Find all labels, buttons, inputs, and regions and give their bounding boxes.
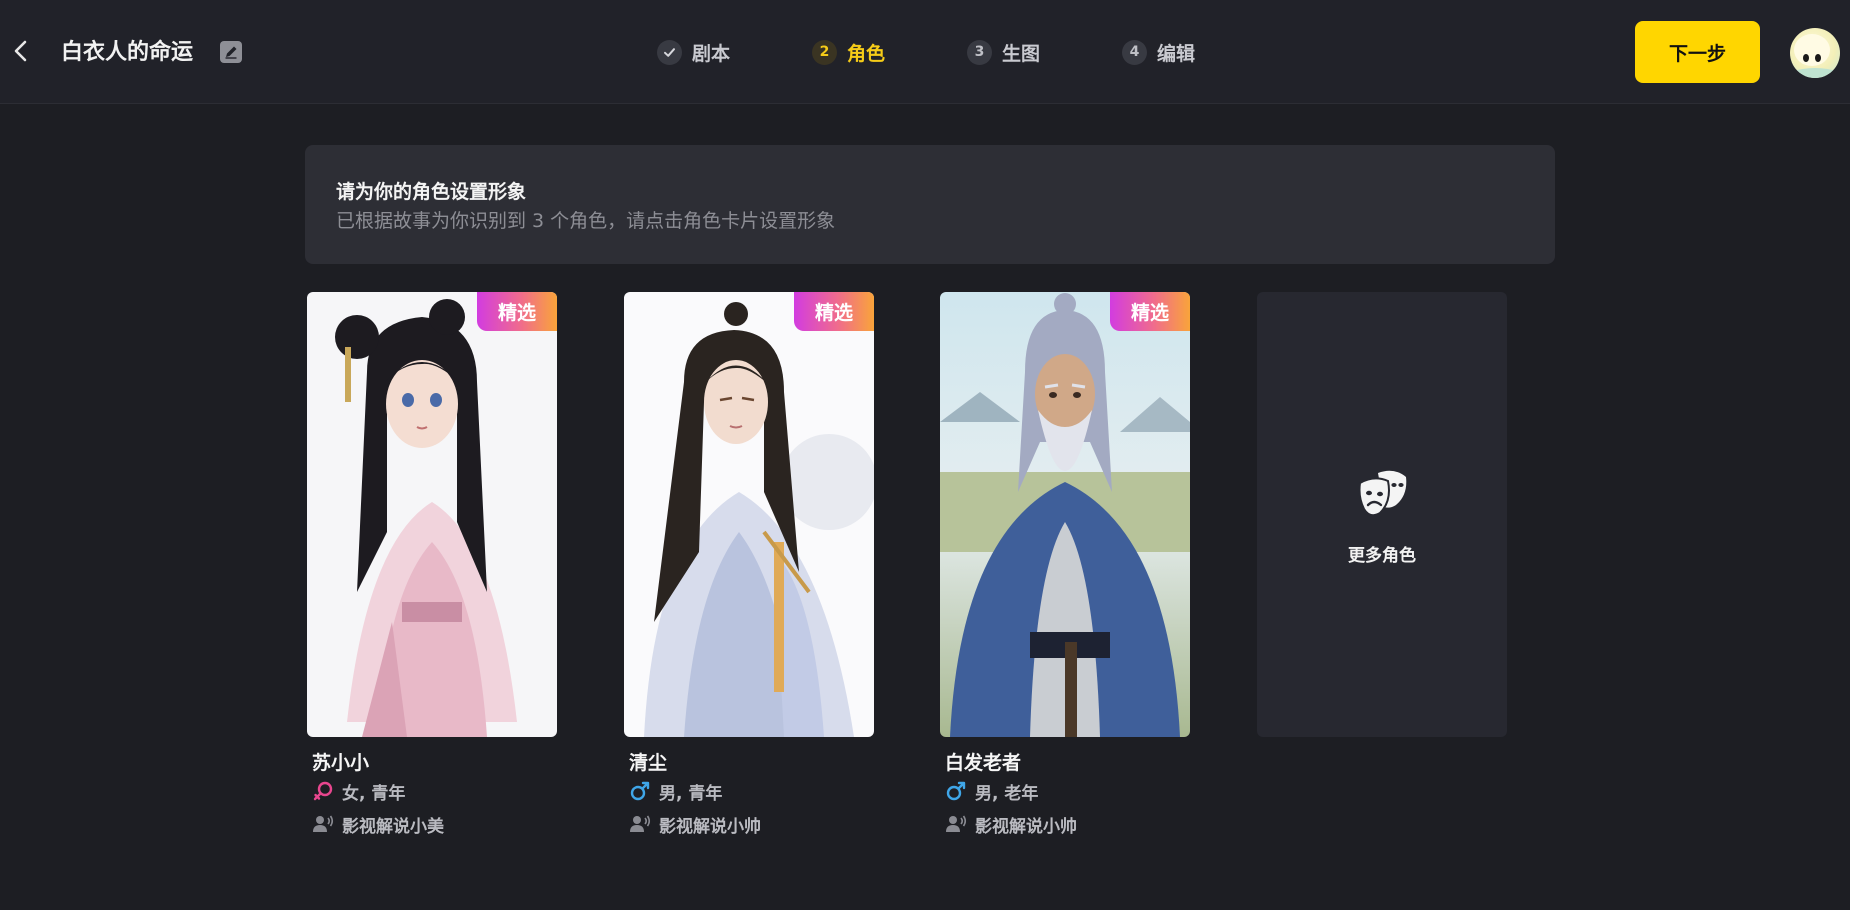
- character-name: 苏小小: [312, 752, 370, 774]
- character-card[interactable]: 精选 苏小小 女, 青年 影视解说小美: [307, 292, 557, 837]
- step-number: 3: [967, 39, 992, 65]
- character-voice[interactable]: 影视解说小美: [312, 811, 444, 837]
- character-voice[interactable]: 影视解说小帅: [945, 811, 1077, 837]
- character-voice[interactable]: 影视解说小帅: [629, 811, 761, 837]
- character-card[interactable]: 精选 清尘 男, 青年 影视解说小帅: [624, 292, 874, 837]
- gender-age-text: 女, 青年: [342, 783, 406, 804]
- project-title: 白衣人的命运: [61, 40, 194, 65]
- pencil-icon[interactable]: [219, 40, 243, 64]
- character-card[interactable]: 精选 白发老者 男, 老年 影视解说小帅: [940, 292, 1190, 837]
- voice-name: 影视解说小美: [342, 816, 444, 837]
- featured-badge: 精选: [477, 292, 557, 331]
- featured-badge: 精选: [1110, 292, 1190, 331]
- avatar[interactable]: [1790, 28, 1840, 78]
- gender-age-text: 男, 青年: [659, 783, 723, 804]
- more-characters-label: 更多角色: [1348, 546, 1416, 566]
- male-icon: [630, 781, 650, 801]
- banner-title: 请为你的角色设置形象: [336, 181, 527, 203]
- female-icon: [313, 781, 333, 801]
- step-number: 4: [1122, 39, 1147, 65]
- character-gender-age: 男, 老年: [945, 778, 1038, 804]
- voice-name: 影视解说小帅: [659, 816, 761, 837]
- character-image: 精选: [307, 292, 557, 737]
- speaker-voice-icon: [313, 815, 334, 832]
- speaker-voice-icon: [946, 815, 967, 832]
- speaker-voice-icon: [630, 815, 651, 832]
- character-gender-age: 男, 青年: [629, 778, 722, 804]
- character-name: 清尘: [629, 752, 668, 774]
- more-characters-card[interactable]: 更多角色: [1257, 292, 1507, 737]
- top-bar: 白衣人的命运 剧本 2 角色 3 生图 4 编辑 下一步: [0, 0, 1850, 104]
- next-step-button[interactable]: 下一步: [1635, 21, 1760, 83]
- step-label: 角色: [847, 42, 886, 65]
- step-label: 编辑: [1157, 42, 1196, 65]
- character-image: 精选: [624, 292, 874, 737]
- step-characters[interactable]: 2 角色: [812, 38, 885, 66]
- male-icon: [946, 781, 966, 801]
- character-gender-age: 女, 青年: [312, 778, 405, 804]
- step-script[interactable]: 剧本: [657, 38, 730, 66]
- step-label: 剧本: [692, 42, 731, 65]
- step-generate-images[interactable]: 3 生图: [967, 38, 1040, 66]
- chevron-left-icon[interactable]: [6, 36, 36, 66]
- character-name: 白发老者: [945, 752, 1022, 774]
- gender-age-text: 男, 老年: [975, 783, 1039, 804]
- instruction-banner: 请为你的角色设置形象 已根据故事为你识别到 3 个角色，请点击角色卡片设置形象: [305, 145, 1555, 264]
- character-image: 精选: [940, 292, 1190, 737]
- theater-mask-icon: [1358, 470, 1407, 517]
- step-number: 2: [812, 39, 837, 65]
- featured-badge: 精选: [794, 292, 874, 331]
- step-edit[interactable]: 4 编辑: [1122, 38, 1195, 66]
- voice-name: 影视解说小帅: [975, 816, 1077, 837]
- banner-subtitle: 已根据故事为你识别到 3 个角色，请点击角色卡片设置形象: [336, 210, 836, 232]
- step-label: 生图: [1002, 42, 1041, 65]
- check-icon: [657, 39, 682, 65]
- avatar-character-icon: [1790, 34, 1840, 78]
